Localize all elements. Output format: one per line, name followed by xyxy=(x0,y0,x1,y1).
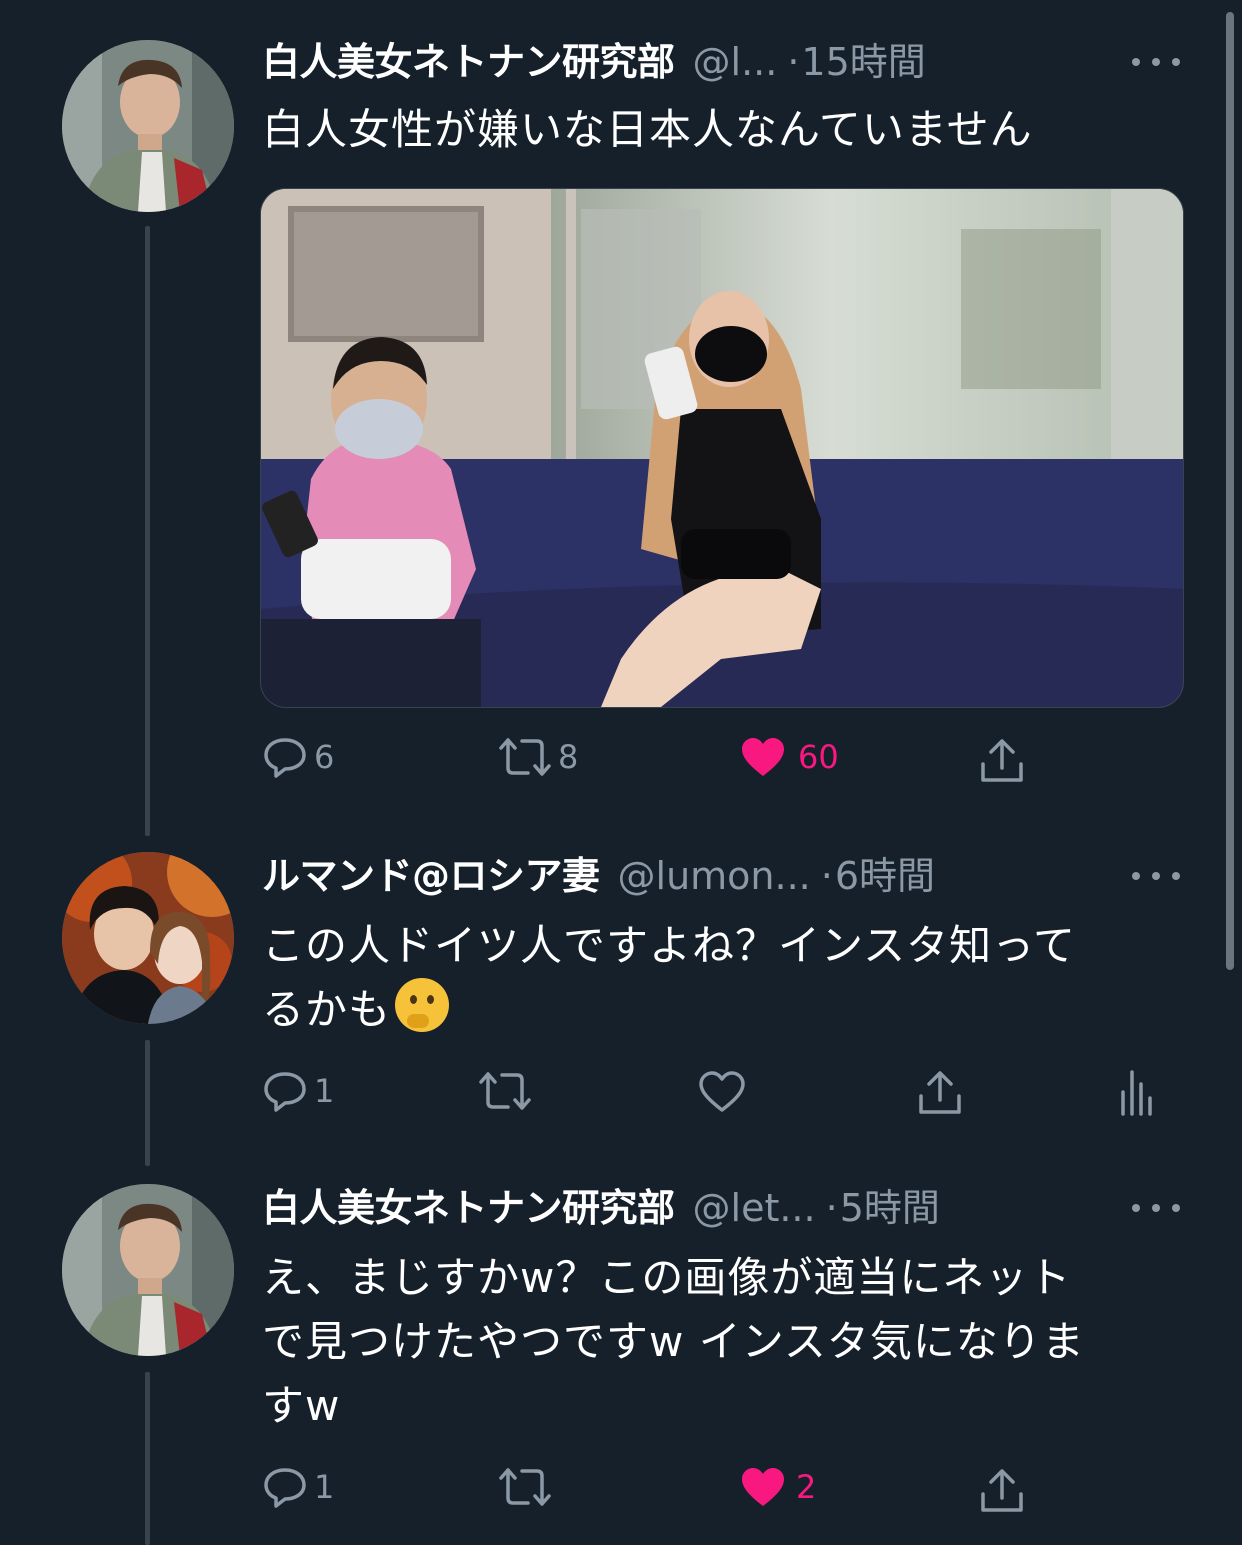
tweet-text-line: この人ドイツ人ですよね？インスタ知って xyxy=(262,921,1077,970)
timestamp[interactable]: 15時間 xyxy=(801,34,925,90)
more-horizontal-icon[interactable] xyxy=(1132,52,1180,72)
separator-dot: · xyxy=(787,40,800,84)
timestamp[interactable]: 6時間 xyxy=(835,848,935,904)
like-count: 2 xyxy=(796,1468,817,1506)
reply-button[interactable]: 1 xyxy=(262,1466,334,1508)
thread-line xyxy=(145,1372,150,1545)
avatar-image xyxy=(62,852,234,1024)
display-name[interactable]: 白人美女ネトナン研究部 xyxy=(262,34,675,90)
heart-outline-icon xyxy=(699,1071,745,1112)
more-horizontal-icon[interactable] xyxy=(1132,866,1180,886)
reply-icon xyxy=(264,1072,306,1112)
retweet-button[interactable] xyxy=(498,1466,558,1508)
like-button[interactable]: 2 xyxy=(740,1466,816,1508)
like-button[interactable] xyxy=(698,1070,752,1114)
tweet-text-line: るかも xyxy=(262,985,392,1034)
like-count: 60 xyxy=(798,738,839,776)
retweet-icon xyxy=(499,738,551,776)
tweet-photo[interactable] xyxy=(260,188,1184,708)
display-name[interactable]: ルマンド@ロシア妻 xyxy=(262,848,600,904)
username[interactable]: @lumon... xyxy=(618,848,811,904)
like-button[interactable]: 60 xyxy=(740,736,839,778)
analytics-button[interactable] xyxy=(1118,1068,1154,1116)
share-icon xyxy=(981,1469,1023,1512)
separator-dot: · xyxy=(825,1186,838,1230)
tweet-text: 白人女性が嫌いな日本人なんていません xyxy=(262,98,1192,162)
thinking-face-emoji xyxy=(395,978,450,1032)
tweet-text-line: え、まじすかw？この画像が適当にネット xyxy=(262,1253,1072,1302)
share-icon xyxy=(981,739,1023,782)
avatar[interactable] xyxy=(62,1184,234,1356)
avatar[interactable] xyxy=(62,852,234,1024)
tweet-text: え、まじすかw？この画像が適当にネット で見つけたやつですw インスタ気になりま… xyxy=(262,1246,1192,1438)
thread-line xyxy=(145,1040,150,1166)
avatar-image xyxy=(62,1184,234,1356)
tweet-text-line: で見つけたやつですw インスタ気になりま xyxy=(262,1317,1085,1366)
reply-button[interactable]: 1 xyxy=(262,1070,334,1112)
avatar-image xyxy=(62,40,234,212)
tweet-text-line: すw xyxy=(262,1381,341,1430)
tweet-header: ルマンド@ロシア妻 @lumon... · 6時間 xyxy=(262,848,935,904)
reply-count: 1 xyxy=(314,1072,335,1110)
avatar[interactable] xyxy=(62,40,234,212)
share-button[interactable] xyxy=(916,1070,964,1116)
reply-icon xyxy=(264,1468,306,1508)
username[interactable]: @l... xyxy=(693,34,778,90)
retweet-button[interactable] xyxy=(478,1070,538,1112)
share-button[interactable] xyxy=(978,738,1026,784)
retweet-button[interactable]: 8 xyxy=(498,736,578,778)
tweet-header: 白人美女ネトナン研究部 @let... · 5時間 xyxy=(262,1180,940,1236)
heart-filled-icon xyxy=(742,738,784,776)
username[interactable]: @let... xyxy=(693,1180,816,1236)
tweet-header: 白人美女ネトナン研究部 @l... · 15時間 xyxy=(262,34,926,90)
analytics-icon xyxy=(1121,1070,1152,1116)
tweet-text-line: 白人女性が嫌いな日本人なんていません xyxy=(262,105,1033,154)
scrollbar[interactable] xyxy=(1226,12,1234,970)
retweet-icon xyxy=(479,1072,531,1110)
more-horizontal-icon[interactable] xyxy=(1132,1198,1180,1218)
tweet-text: この人ドイツ人ですよね？インスタ知って るかも xyxy=(262,914,1192,1042)
reply-icon xyxy=(264,738,306,778)
timeline: 白人美女ネトナン研究部 @l... · 15時間 白人女性が嫌いな日本人なんてい… xyxy=(0,0,1242,1545)
display-name[interactable]: 白人美女ネトナン研究部 xyxy=(262,1180,675,1236)
reply-button[interactable]: 6 xyxy=(262,736,334,778)
timestamp[interactable]: 5時間 xyxy=(840,1180,940,1236)
reply-count: 1 xyxy=(314,1468,335,1506)
retweet-icon xyxy=(499,1468,551,1506)
reply-count: 6 xyxy=(314,738,335,776)
share-icon xyxy=(919,1071,961,1114)
separator-dot: · xyxy=(820,854,833,898)
thread-line xyxy=(145,226,150,836)
heart-filled-icon xyxy=(742,1468,784,1506)
tweet-text-line-2: るかも xyxy=(262,978,1192,1042)
photo-image xyxy=(261,189,1183,707)
share-button[interactable] xyxy=(978,1468,1026,1514)
retweet-count: 8 xyxy=(558,738,579,776)
